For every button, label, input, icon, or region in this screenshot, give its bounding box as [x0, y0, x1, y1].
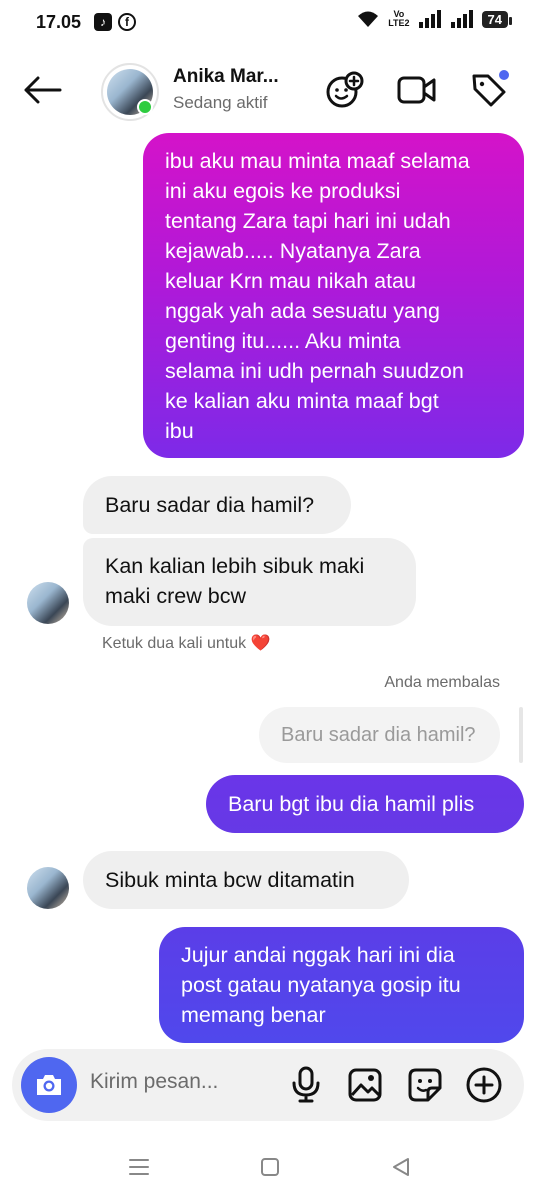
camera-icon: [37, 1075, 61, 1095]
received-message-bubble[interactable]: Sibuk minta bcw ditamatin: [83, 851, 409, 909]
received-message-bubble[interactable]: Baru sadar dia hamil?: [83, 476, 351, 534]
reply-quote[interactable]: Baru sadar dia hamil?: [259, 707, 500, 763]
status-icons: Vo LTE2 74: [356, 9, 513, 28]
contact-name[interactable]: Anika Mar...: [173, 66, 279, 88]
signal-icon: [418, 10, 441, 28]
system-back-button[interactable]: [384, 1153, 418, 1181]
sent-message-bubble[interactable]: Jujur andai nggak hari ini dia post gata…: [159, 927, 524, 1043]
recents-icon: [129, 1159, 149, 1175]
add-button[interactable]: [462, 1064, 506, 1106]
heart-icon: ❤️: [250, 635, 271, 652]
battery-icon: 74: [481, 10, 513, 28]
sticker-icon: [408, 1068, 442, 1102]
reply-quote-bar: [519, 707, 523, 763]
back-icon: [393, 1158, 409, 1176]
microphone-icon: [292, 1066, 320, 1103]
home-icon: [261, 1158, 279, 1176]
sent-message-bubble[interactable]: Baru bgt ibu dia hamil plis: [206, 775, 524, 833]
wifi-icon: [358, 11, 379, 27]
effects-icon: [326, 71, 364, 108]
contact-avatar-button[interactable]: [101, 63, 159, 121]
you-replied-label: Anda membalas: [384, 674, 500, 691]
avatar[interactable]: [27, 582, 69, 624]
camera-button[interactable]: [21, 1057, 77, 1113]
contact-status: Sedang aktif: [173, 93, 268, 112]
avatar[interactable]: [27, 867, 69, 909]
received-message-bubble[interactable]: Kan kalian lebih sibuk maki maki crew bc…: [83, 538, 416, 626]
recents-button[interactable]: [122, 1153, 156, 1181]
back-arrow-icon: [24, 76, 62, 104]
signal-icon: [450, 10, 473, 28]
effects-button[interactable]: [322, 68, 368, 112]
facebook-icon: f: [118, 13, 136, 31]
gallery-button[interactable]: [344, 1064, 386, 1106]
status-time: 17.05: [36, 12, 82, 32]
double-tap-hint: Ketuk dua kali untuk ❤️: [102, 635, 271, 652]
tag-button[interactable]: [466, 68, 512, 112]
add-icon: [466, 1067, 502, 1103]
microphone-button[interactable]: [286, 1064, 326, 1106]
tiktok-icon: ♪: [94, 13, 112, 31]
tag-icon: [472, 70, 509, 107]
home-button[interactable]: [253, 1153, 287, 1181]
gallery-icon: [348, 1068, 382, 1102]
volte-icon: Vo LTE2: [388, 9, 410, 28]
sticker-button[interactable]: [404, 1064, 446, 1106]
sent-message-bubble[interactable]: ibu aku mau minta maaf selama ini aku eg…: [143, 133, 524, 458]
message-input[interactable]: [90, 1070, 280, 1094]
video-call-icon: [397, 76, 436, 104]
back-button[interactable]: [20, 70, 64, 110]
online-indicator: [137, 99, 153, 115]
video-call-button[interactable]: [394, 70, 440, 110]
